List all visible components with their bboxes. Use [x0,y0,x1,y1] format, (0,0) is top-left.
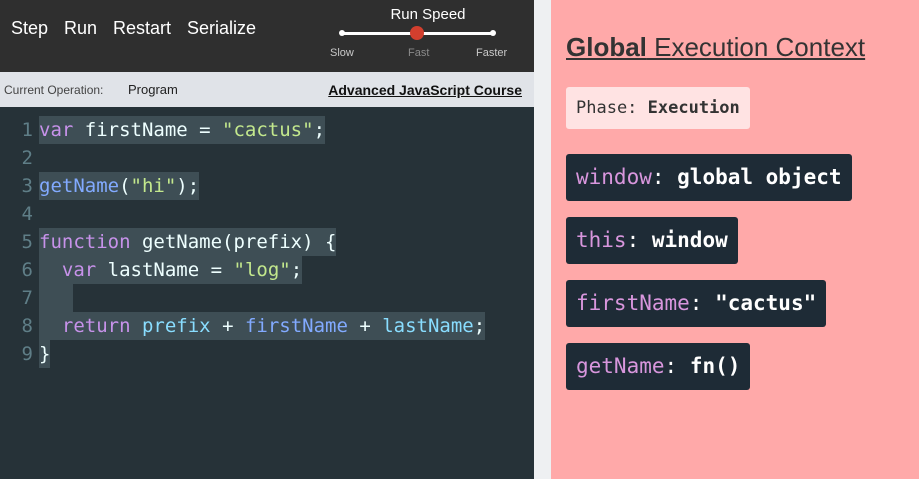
line-number: 3 [21,175,33,197]
variable-card-getname: getName: fn() [566,343,751,390]
step-button[interactable]: Step [11,18,48,39]
code-token: ; [290,259,303,281]
line-number: 5 [21,231,33,253]
variable-card-firstname: firstName: "cactus" [566,280,827,327]
code-token: firstName = [73,119,223,141]
variable-separator: : [664,354,690,378]
code-line[interactable]: 3 getName("hi"); [0,172,534,200]
variable-separator: : [651,165,678,189]
code-editor[interactable]: 1 var firstName = "cactus"; 2 3 getName("hi"… [0,116,534,368]
code-text: } [39,340,51,368]
toolbar: Step Run Restart Serialize Run Speed Slo… [0,0,534,72]
execution-context-panel: Global Execution Context Phase: Executio… [551,0,919,479]
code-token: function [39,231,131,253]
code-token: ; [473,315,486,337]
code-line[interactable]: 9} [0,340,534,368]
line-number: 4 [21,203,33,225]
phase-label: Phase: [576,98,648,118]
code-token: ; [313,119,326,141]
variable-separator: : [626,228,652,252]
speed-stop-faster[interactable] [490,30,496,36]
variable-name: firstName [576,291,690,315]
code-token: lastName [382,315,474,337]
code-line[interactable]: 4 [0,200,534,228]
variable-card-window: window: global object [566,154,852,201]
variable-value: "cactus" [715,291,817,315]
code-token: ); [176,175,200,197]
code-token: getName(prefix) { [130,231,337,253]
code-token: "hi" [130,175,177,197]
restart-button[interactable]: Restart [113,18,171,39]
code-token: return [61,315,131,337]
current-operation-bar: Current Operation: Program Advanced Java… [0,72,534,107]
panel-divider [534,0,551,479]
code-line[interactable]: 1 var firstName = "cactus"; [0,116,534,144]
line-number: 9 [21,343,33,365]
editor-panel: Step Run Restart Serialize Run Speed Slo… [0,0,534,479]
speed-stop-slow[interactable] [339,30,345,36]
variable-value: window [651,228,728,252]
current-operation-label: Current Operation: [4,83,104,97]
line-number: 1 [21,119,33,141]
code-text: var firstName = "cactus"; [39,116,326,144]
code-text: function getName(prefix) { [39,228,337,256]
speed-label-slow: Slow [330,47,354,59]
code-line[interactable]: 2 [0,144,534,172]
variable-name: window [576,165,652,189]
variable-card-this: this: window [566,217,738,264]
line-number: 6 [21,259,33,281]
code-token: firstName [244,315,348,337]
current-operation-value: Program [128,82,178,97]
code-token: ( [119,175,131,197]
context-title-bold: Global [566,32,647,62]
code-token: var [61,259,97,281]
speed-label-faster: Faster [476,47,508,59]
code-text [39,284,74,312]
variable-value: global object [677,165,842,189]
code-line[interactable]: 8 return prefix + firstName + lastName; [0,312,534,340]
code-token: var [39,119,74,141]
variable-value: fn() [689,354,741,378]
code-line[interactable]: 7 [0,284,534,312]
line-number: 2 [21,147,33,169]
code-line[interactable]: 5 function getName(prefix) { [0,228,534,256]
run-speed-slider-handle[interactable] [410,26,424,40]
code-token: "cactus" [222,119,314,141]
code-text: return prefix + firstName + lastName; [39,312,486,340]
line-number: 8 [21,315,33,337]
code-text: getName("hi"); [39,172,200,200]
variable-name: this [576,228,627,252]
advanced-js-course-link[interactable]: Advanced JavaScript Course [328,82,522,98]
code-token: lastName = [96,259,234,281]
code-text: var lastName = "log"; [39,256,303,284]
context-title-rest: Execution Context [646,32,866,62]
run-speed-title: Run Speed [390,6,466,23]
code-line[interactable]: 6 var lastName = "log"; [0,256,534,284]
code-token: getName [39,175,120,197]
code-token: + [210,315,245,337]
run-button[interactable]: Run [64,18,97,39]
code-token: } [39,343,51,365]
serialize-button[interactable]: Serialize [187,18,256,39]
code-token: "log" [233,259,291,281]
context-title: Global Execution Context [566,32,865,63]
line-number: 7 [21,287,33,309]
speed-label-fast: Fast [408,47,430,59]
variable-separator: : [689,291,716,315]
code-token: + [347,315,383,337]
code-token: prefix [141,315,211,337]
phase-badge: Phase: Execution [566,87,750,129]
phase-value: Execution [647,98,740,118]
variable-name: getName [576,354,665,378]
